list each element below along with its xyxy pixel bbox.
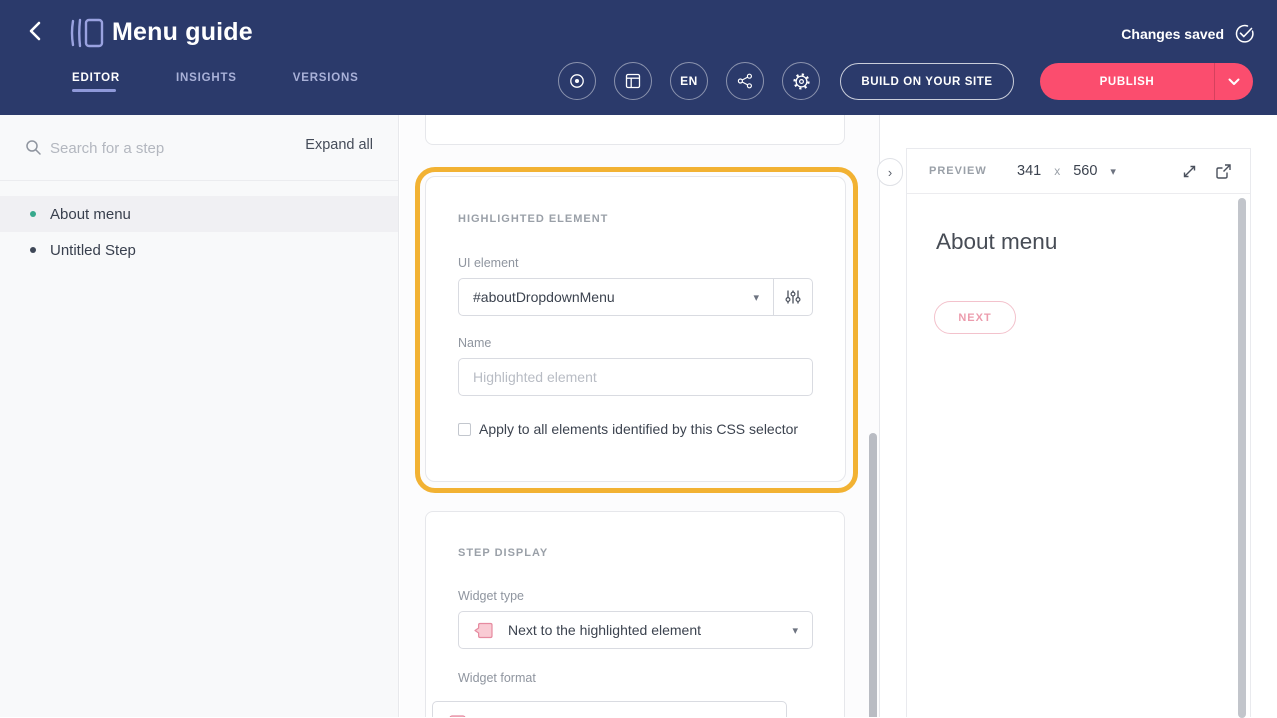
ui-element-select-row: #aboutDropdownMenu ▾ — [458, 278, 813, 316]
back-button[interactable] — [26, 20, 54, 48]
eye-icon — [568, 72, 586, 90]
section-title: HIGHLIGHTED ELEMENT — [458, 213, 813, 225]
expand-arrows-icon — [1181, 163, 1198, 180]
preview-size-dropdown[interactable]: 341 x 560 ▾ — [1017, 163, 1116, 179]
language-label: EN — [680, 74, 698, 88]
tab-editor[interactable]: EDITOR — [72, 72, 120, 98]
section-title: STEP DISPLAY — [458, 547, 812, 559]
preview-size-separator: x — [1054, 164, 1060, 178]
widget-type-label: Widget type — [458, 589, 812, 603]
checkbox-label: Apply to all elements identified by this… — [479, 421, 798, 437]
layout-button[interactable] — [614, 62, 652, 100]
ui-element-label: UI element — [458, 256, 813, 270]
widget-type-value: Next to the highlighted element — [508, 622, 792, 638]
step-label: About menu — [50, 206, 131, 223]
publish-button[interactable]: PUBLISH — [1040, 63, 1214, 100]
caret-down-icon: ▾ — [792, 624, 798, 637]
preview-title: PREVIEW — [929, 165, 1017, 177]
external-link-icon — [1215, 163, 1232, 180]
preview-actions — [1181, 163, 1232, 180]
chevron-right-icon: › — [888, 165, 892, 180]
preview-height-value: 560 — [1073, 163, 1097, 179]
step-item-about-menu[interactable]: About menu — [0, 196, 398, 232]
element-name-input[interactable] — [458, 358, 813, 396]
app-header: Menu guide EDITOR INSIGHTS VERSIONS EN — [0, 0, 1277, 115]
expand-all-link[interactable]: Expand all — [305, 137, 373, 153]
chevron-left-icon — [26, 20, 46, 42]
ui-element-value: #aboutDropdownMenu — [473, 289, 753, 305]
preview-width-value: 341 — [1017, 163, 1041, 179]
fullscreen-button[interactable] — [1181, 163, 1198, 180]
previous-settings-card — [425, 115, 845, 145]
tour-logo-icon — [68, 17, 106, 54]
caret-down-icon: ▾ — [1110, 165, 1116, 178]
share-button[interactable] — [726, 62, 764, 100]
publish-dropdown-button[interactable] — [1215, 63, 1253, 100]
highlighted-element-outline: HIGHLIGHTED ELEMENT UI element #aboutDro… — [415, 167, 858, 493]
chevron-down-icon — [1228, 78, 1240, 86]
search-input[interactable] — [50, 135, 280, 161]
editor-scrollbar-thumb[interactable] — [869, 433, 877, 717]
preview-next-button[interactable]: NEXT — [934, 301, 1016, 334]
sliders-icon — [785, 289, 801, 305]
gear-icon — [793, 73, 810, 90]
step-search-row: Expand all — [0, 115, 398, 181]
publish-button-group: PUBLISH — [1040, 63, 1253, 100]
step-editor-panel: HIGHLIGHTED ELEMENT UI element #aboutDro… — [400, 115, 880, 717]
header-icon-toolbar: EN — [558, 62, 820, 100]
selector-settings-button[interactable] — [773, 279, 812, 315]
caret-down-icon: ▾ — [753, 291, 759, 304]
step-item-untitled-step[interactable]: Untitled Step — [0, 232, 398, 268]
step-label: Untitled Step — [50, 242, 136, 259]
preview-scrollbar-thumb[interactable] — [1238, 198, 1246, 718]
preview-header: PREVIEW 341 x 560 ▾ — [907, 149, 1250, 194]
header-tabs: EDITOR INSIGHTS VERSIONS — [72, 72, 359, 98]
highlighted-element-card: HIGHLIGHTED ELEMENT UI element #aboutDro… — [425, 176, 846, 482]
preview-panel: PREVIEW 341 x 560 ▾ — [906, 148, 1251, 717]
step-display-card: STEP DISPLAY Widget type Next to the hig… — [425, 511, 845, 717]
name-label: Name — [458, 336, 813, 350]
settings-button[interactable] — [782, 62, 820, 100]
tooltip-widget-icon — [473, 621, 494, 640]
open-in-new-window-button[interactable] — [1215, 163, 1232, 180]
checkbox-unchecked[interactable] — [458, 423, 471, 436]
check-circle-icon — [1234, 23, 1255, 44]
ui-element-select[interactable]: #aboutDropdownMenu ▾ — [459, 279, 773, 315]
tab-versions[interactable]: VERSIONS — [293, 72, 359, 98]
language-button[interactable]: EN — [670, 62, 708, 100]
step-status-dot — [30, 247, 36, 253]
preview-step-title: About menu — [936, 229, 1057, 255]
apply-all-checkbox-row[interactable]: Apply to all elements identified by this… — [458, 421, 813, 437]
collapse-preview-button[interactable]: › — [877, 158, 903, 186]
save-status: Changes saved — [1121, 23, 1255, 44]
page-title: Menu guide — [112, 18, 253, 47]
widget-format-icon — [447, 713, 467, 717]
build-on-your-site-button[interactable]: BUILD ON YOUR SITE — [840, 63, 1014, 100]
layout-icon — [625, 73, 641, 89]
preview-eye-button[interactable] — [558, 62, 596, 100]
tab-insights[interactable]: INSIGHTS — [176, 72, 237, 98]
save-status-text: Changes saved — [1121, 26, 1224, 42]
widget-format-label: Widget format — [458, 671, 812, 685]
widget-format-select[interactable] — [432, 701, 787, 717]
step-list: About menu Untitled Step — [0, 181, 398, 268]
steps-sidebar: Expand all About menu Untitled Step — [0, 115, 399, 717]
widget-type-select[interactable]: Next to the highlighted element ▾ — [458, 611, 813, 649]
search-icon — [25, 139, 42, 156]
step-status-dot — [30, 211, 36, 217]
share-icon — [737, 73, 753, 89]
